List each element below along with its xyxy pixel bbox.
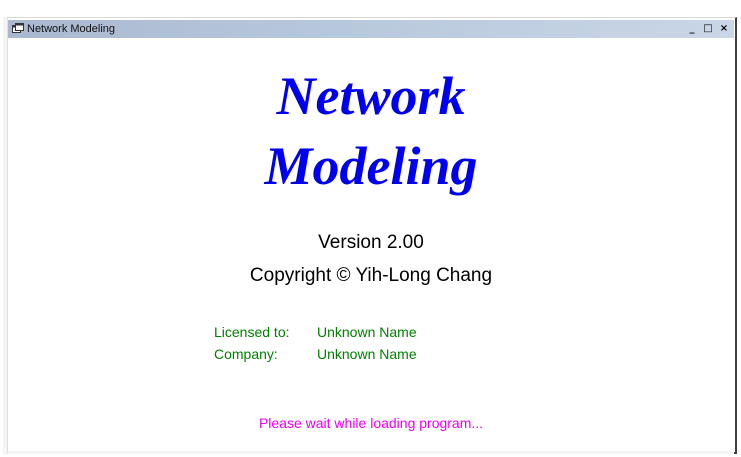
window-controls: _ □ × [684,22,732,36]
splash-content: Network Modeling Version 2.00 Copyright … [8,38,734,451]
licensed-to-label: Licensed to: [214,324,290,340]
company-value: Unknown Name [317,346,417,362]
licensed-to-value: Unknown Name [317,324,417,340]
version-text: Version 2.00 [318,232,424,253]
logo-line-network: Network [276,66,466,126]
logo-line-modeling: Modeling [264,136,478,196]
app-window-icon [12,23,24,33]
maximize-icon: □ [703,23,713,34]
copyright-text: Copyright © Yih-Long Chang [249,265,493,286]
window-title: Network Modeling [27,23,116,35]
minimize-icon: _ [689,23,695,34]
close-button[interactable]: × [716,22,732,36]
loading-message: Please wait while loading program... [258,415,484,431]
close-icon: × [719,23,729,34]
title-bar[interactable]: Network Modeling _ □ × [8,20,734,38]
maximize-button[interactable]: □ [700,22,716,36]
company-label: Company: [214,346,278,362]
minimize-button[interactable]: _ [684,22,700,36]
window-bottom-border [8,451,734,454]
